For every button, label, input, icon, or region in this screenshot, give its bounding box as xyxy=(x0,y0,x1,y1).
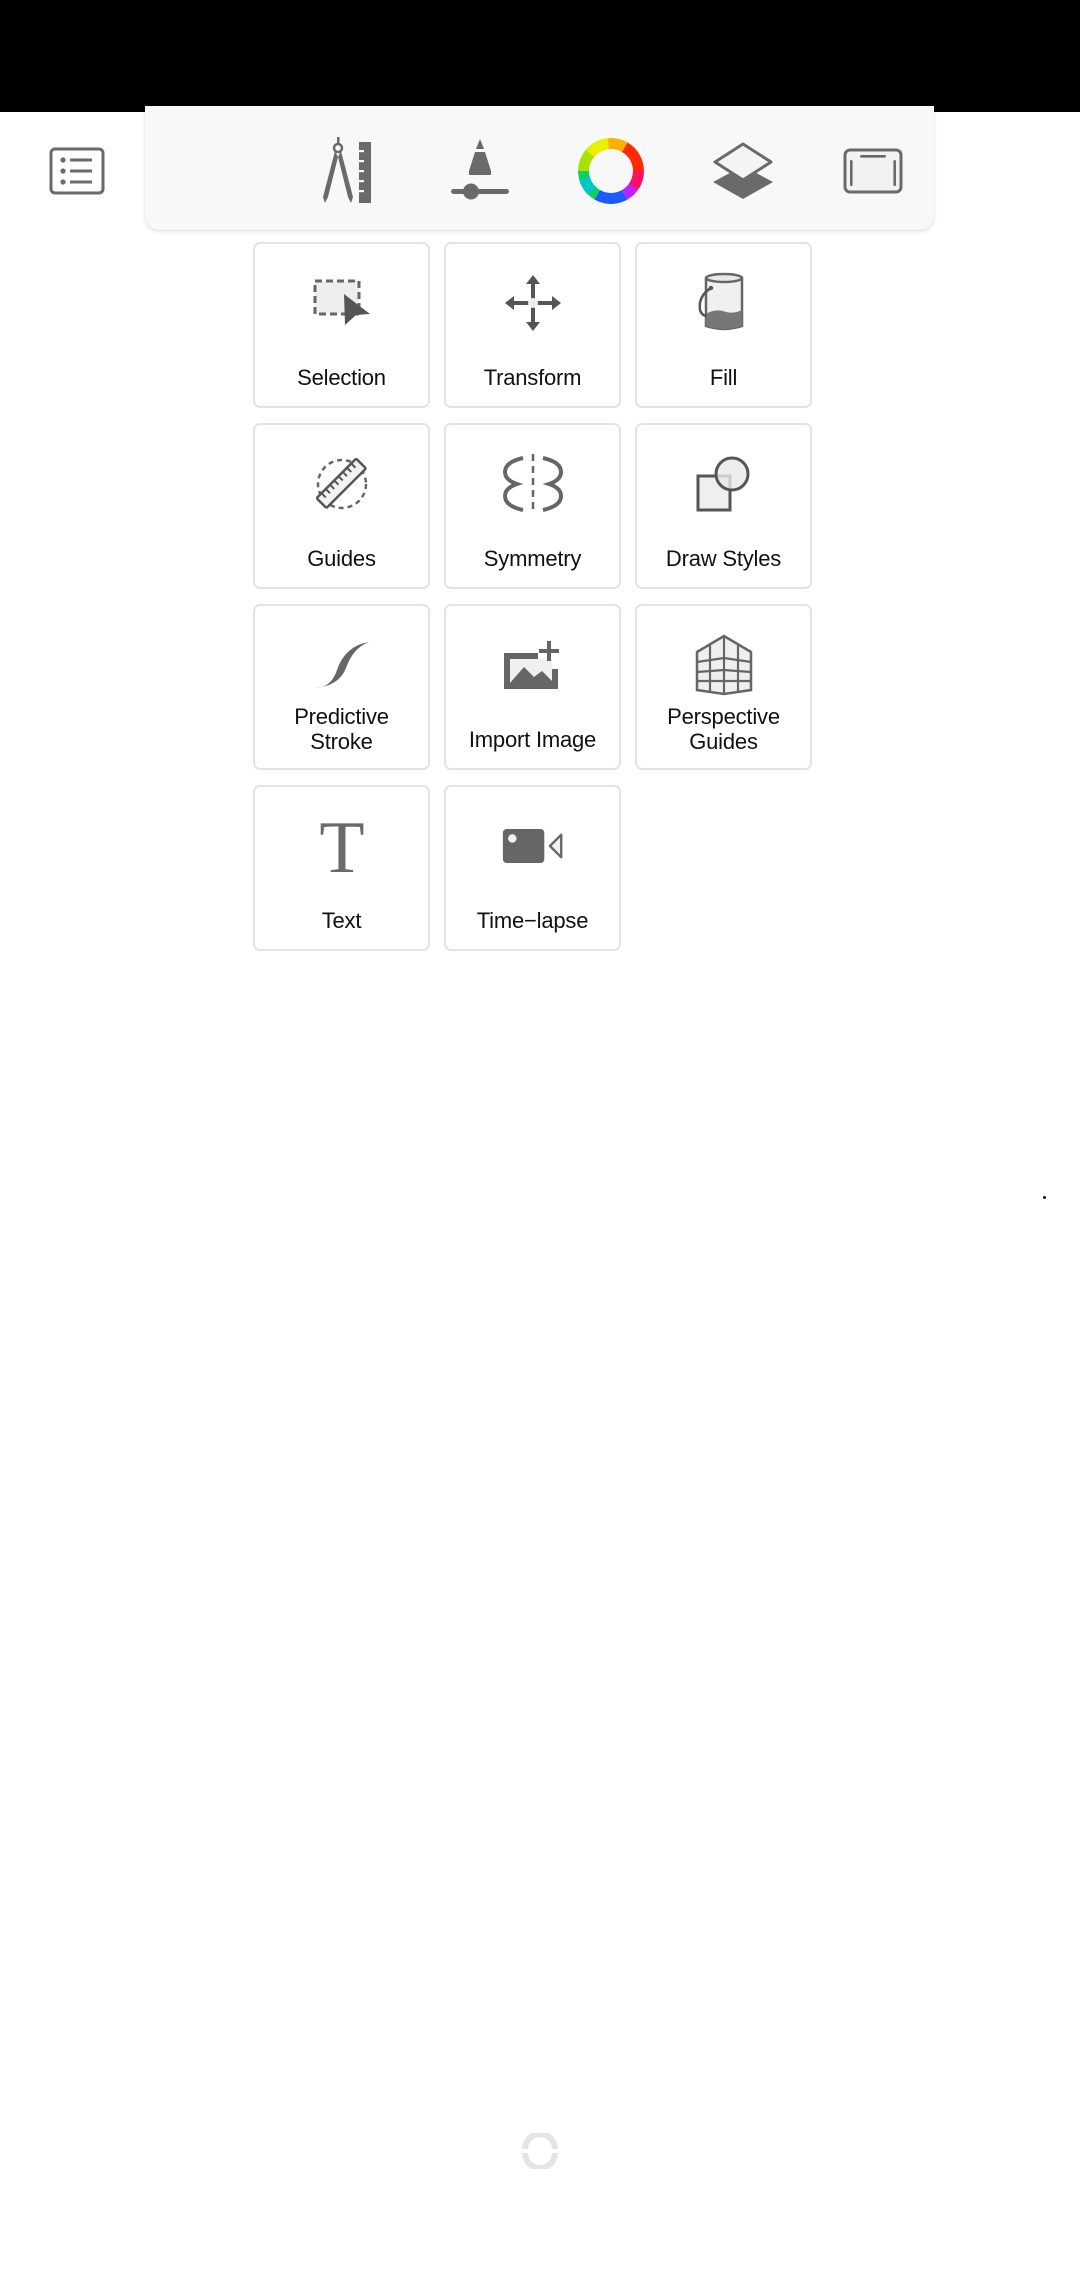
sync-icon xyxy=(522,2131,558,2171)
compass-ruler-icon xyxy=(323,137,371,203)
symmetry-icon xyxy=(501,454,565,514)
tool-label: Fill xyxy=(709,365,738,390)
tool-time-lapse[interactable]: Time−lapse xyxy=(444,785,621,951)
color-wheel-icon xyxy=(578,138,644,204)
tool-label-line: Predictive xyxy=(294,704,389,729)
canvas-frame-icon xyxy=(843,148,903,194)
tool-label: Text xyxy=(321,908,362,933)
tool-transform[interactable]: Transform xyxy=(444,242,621,408)
move-arrows-icon xyxy=(501,274,565,332)
tool-guides[interactable]: Guides xyxy=(253,423,430,589)
tool-label: Guides xyxy=(307,546,376,571)
canvas-dot xyxy=(1043,1196,1046,1199)
tool-label-line: Guides xyxy=(689,729,758,754)
tool-fill[interactable]: Fill xyxy=(635,242,812,408)
tool-label: Import Image xyxy=(468,727,597,752)
tool-perspective-guides[interactable]: Perspective Guides xyxy=(635,604,812,770)
tool-symmetry[interactable]: Symmetry xyxy=(444,423,621,589)
ruler-guide-icon xyxy=(310,455,374,513)
status-bar xyxy=(0,0,1080,112)
tool-label: Transform xyxy=(483,365,582,390)
tool-label: Symmetry xyxy=(483,546,582,571)
add-image-icon xyxy=(501,636,565,694)
text-icon: T xyxy=(310,816,374,876)
tool-predictive-stroke[interactable]: Predictive Stroke xyxy=(253,604,430,770)
selection-icon xyxy=(310,274,374,332)
tool-label: Predictive Stroke xyxy=(259,704,424,754)
sync-indicator xyxy=(522,2131,558,2171)
color-picker-button[interactable] xyxy=(576,136,646,206)
brush-slider-icon xyxy=(451,139,509,200)
canvas-fullscreen-button[interactable] xyxy=(838,136,908,206)
perspective-grid-icon xyxy=(692,634,756,696)
tool-label-line: Stroke xyxy=(310,729,373,754)
tool-label: Selection xyxy=(297,365,386,390)
tool-label: Perspective Guides xyxy=(641,704,806,754)
svg-text:T: T xyxy=(319,816,364,876)
curve-stroke-icon xyxy=(310,636,374,694)
video-camera-icon xyxy=(501,817,565,875)
tool-label: Draw Styles xyxy=(665,546,782,571)
layers-icon xyxy=(713,142,773,199)
drawing-tools-button[interactable] xyxy=(313,136,383,206)
tool-selection[interactable]: Selection xyxy=(253,242,430,408)
shapes-icon xyxy=(692,455,756,513)
tool-label-line: Perspective xyxy=(667,704,780,729)
brush-properties-button[interactable] xyxy=(445,136,515,206)
tool-draw-styles[interactable]: Draw Styles xyxy=(635,423,812,589)
tool-text[interactable]: T Text xyxy=(253,785,430,951)
list-icon xyxy=(49,147,105,195)
paint-bucket-icon xyxy=(692,272,756,332)
tool-import-image[interactable]: Import Image xyxy=(444,604,621,770)
top-toolbar xyxy=(49,106,934,230)
tool-label: Time−lapse xyxy=(476,908,589,933)
list-menu-button[interactable] xyxy=(42,136,112,206)
layers-button[interactable] xyxy=(708,136,778,206)
